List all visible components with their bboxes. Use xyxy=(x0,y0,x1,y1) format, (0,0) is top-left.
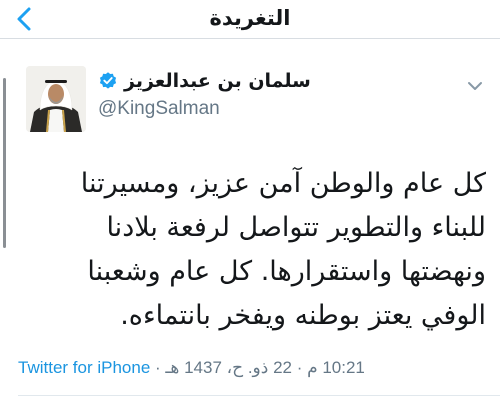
nav-bar: التغريدة xyxy=(0,0,500,39)
author-display-name: سلمان بن عبدالعزيز xyxy=(124,70,311,92)
chevron-down-icon xyxy=(468,82,482,90)
meta-separator: · xyxy=(155,358,161,377)
tweet-text: كل عام والوطن آمن عزيز، ومسيرتنا للبناء … xyxy=(80,168,486,331)
author-names[interactable]: سلمان بن عبدالعزيز @KingSalman xyxy=(98,68,358,120)
verified-badge-icon xyxy=(99,72,117,89)
tweet-source-link[interactable]: Twitter for iPhone xyxy=(18,358,150,377)
tweet-header: سلمان بن عبدالعزيز @KingSalman xyxy=(18,58,500,138)
divider xyxy=(18,395,500,396)
avatar-image xyxy=(26,66,86,132)
tweet-detail: سلمان بن عبدالعزيز @KingSalman كل عام وا… xyxy=(18,38,500,400)
tweet-meta: Twitter for iPhone · 10:21 م · 22 ذو. ح،… xyxy=(18,358,438,378)
scroll-indicator[interactable] xyxy=(3,78,6,248)
author-handle: @KingSalman xyxy=(98,98,220,119)
avatar[interactable] xyxy=(26,66,86,132)
display-name-row: سلمان بن عبدالعزيز xyxy=(98,68,358,94)
page-title: التغريدة xyxy=(209,6,291,30)
tweet-options-button[interactable] xyxy=(465,78,485,94)
tweet-timestamp[interactable]: 10:21 م · 22 ذو. ح، 1437 هـ xyxy=(165,358,364,377)
